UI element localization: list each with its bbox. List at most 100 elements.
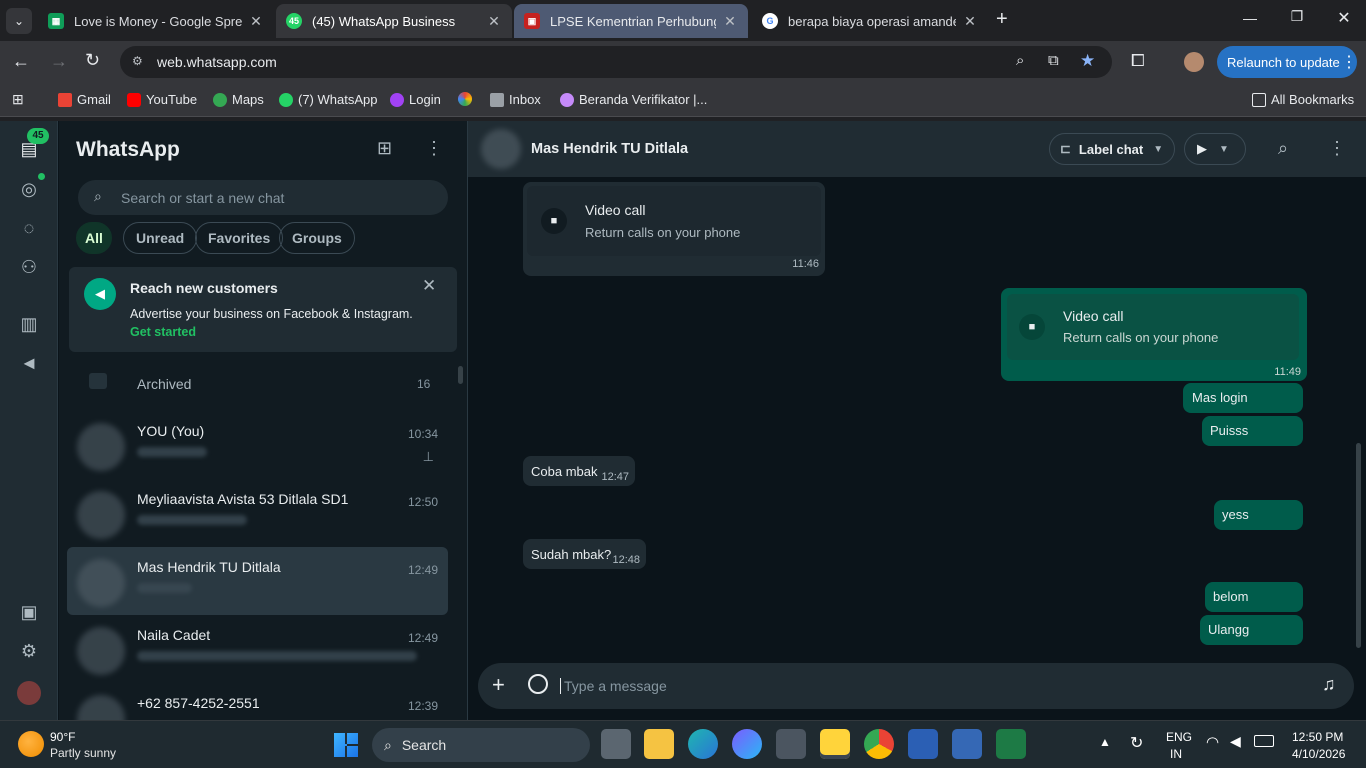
menu-icon[interactable]: ⋮ xyxy=(1328,138,1346,159)
filter-unread[interactable]: Unread xyxy=(123,222,198,254)
forward-button[interactable]: → xyxy=(50,51,68,72)
wifi-icon[interactable]: ◠ xyxy=(1206,733,1219,751)
avatar xyxy=(77,627,125,675)
minimize-button[interactable]: — xyxy=(1240,10,1260,30)
sync-icon[interactable]: ↻ xyxy=(1130,733,1143,753)
conversation-scrollbar[interactable] xyxy=(1356,443,1361,648)
bookmark-gmail[interactable]: Gmail xyxy=(58,92,111,107)
taskbar-search[interactable]: ⌕ Search xyxy=(372,728,590,762)
site-info-icon[interactable]: ⚙ xyxy=(132,54,148,70)
more-options-icon[interactable]: ⋮ xyxy=(1341,52,1357,72)
chevron-up-icon[interactable]: ▲ xyxy=(1099,735,1111,749)
bookmark-photos[interactable] xyxy=(458,92,477,106)
search-box[interactable]: ⌕ Search or start a new chat xyxy=(78,180,448,215)
chrome-icon[interactable] xyxy=(864,729,894,759)
chat-row-selected[interactable]: Mas Hendrik TU Ditlala 12:49 xyxy=(67,547,448,615)
profile-avatar[interactable] xyxy=(1184,52,1204,72)
call-subtitle: Return calls on your phone xyxy=(585,225,741,240)
close-icon[interactable]: ✕ xyxy=(422,276,436,296)
menu-icon[interactable]: ⋮ xyxy=(425,138,443,159)
close-icon[interactable]: ✕ xyxy=(486,13,502,30)
calculator-icon[interactable] xyxy=(952,729,982,759)
edge-icon[interactable] xyxy=(688,729,718,759)
message-input[interactable]: Type a message xyxy=(560,678,667,694)
volume-icon[interactable]: ◀ xyxy=(1230,733,1241,750)
tab-google-search[interactable]: G berapa biaya operasi amandel ✕ xyxy=(752,4,988,38)
video-call-button[interactable]: ▶ ▼ xyxy=(1184,133,1246,165)
search-icon: ⌕ xyxy=(384,736,392,753)
bookmark-maps[interactable]: Maps xyxy=(213,92,264,107)
sticky-notes-icon[interactable] xyxy=(820,729,850,759)
chat-row[interactable]: YOU (You) 10:34 ⊥ xyxy=(67,411,448,479)
weather-icon[interactable] xyxy=(18,731,44,757)
tab-whatsapp[interactable]: 45 (45) WhatsApp Business ✕ xyxy=(276,4,512,38)
call-title: Video call xyxy=(585,202,646,218)
contact-avatar[interactable] xyxy=(481,129,521,169)
profile-photo[interactable] xyxy=(17,681,41,705)
tab-lpse[interactable]: ▣ LPSE Kementrian Perhubungan ✕ xyxy=(514,4,748,38)
attach-icon[interactable]: + xyxy=(492,672,505,698)
promo-cta[interactable]: Get started xyxy=(130,325,196,339)
reload-button[interactable]: ↻ xyxy=(85,50,100,71)
archive-icon xyxy=(89,373,107,389)
bookmark-inbox[interactable]: Inbox xyxy=(490,92,541,107)
scrollbar[interactable] xyxy=(458,366,463,384)
communities-icon[interactable]: ⚇ xyxy=(19,257,39,277)
emoji-icon[interactable] xyxy=(528,674,548,694)
camera-icon[interactable] xyxy=(776,729,806,759)
restore-button[interactable]: ❐ xyxy=(1287,8,1307,28)
language-top[interactable]: ENG xyxy=(1166,730,1192,744)
extensions-icon[interactable]: ⧠ xyxy=(1131,51,1145,71)
bookmark-login[interactable]: Login xyxy=(390,92,441,107)
word-icon[interactable] xyxy=(908,729,938,759)
search-icon[interactable]: ⌕ xyxy=(1278,138,1288,159)
catalog-icon[interactable]: ▥ xyxy=(19,314,39,334)
start-button[interactable] xyxy=(334,733,358,757)
archived-row[interactable]: Archived 16 xyxy=(67,361,448,405)
chat-row[interactable]: Meyliaavista Avista 53 Ditlala SD1 12:50 xyxy=(67,479,448,547)
copilot-icon[interactable] xyxy=(732,729,762,759)
new-tab-button[interactable]: + xyxy=(996,8,1016,32)
status-icon[interactable]: ◎ xyxy=(19,179,39,199)
excel-icon[interactable] xyxy=(996,729,1026,759)
close-icon[interactable]: ✕ xyxy=(722,13,738,30)
filter-groups[interactable]: Groups xyxy=(279,222,355,254)
label-chat-button[interactable]: ⊏ Label chat ▼ xyxy=(1049,133,1175,165)
address-bar[interactable]: ⚙ web.whatsapp.com ⌕ ⧉ ★ xyxy=(120,46,1112,78)
advertise-icon[interactable]: ◄ xyxy=(19,353,39,373)
url-text: web.whatsapp.com xyxy=(157,54,277,70)
bookmark-verifikator[interactable]: Beranda Verifikator |... xyxy=(560,92,707,107)
filter-all[interactable]: All xyxy=(76,222,112,254)
tab-spreadsheet[interactable]: ▦ Love is Money - Google Spread ✕ xyxy=(38,4,274,38)
file-explorer-icon[interactable] xyxy=(644,729,674,759)
close-icon[interactable]: ✕ xyxy=(248,13,264,30)
bookmarks-bar: ⊞ Gmail YouTube Maps (7) WhatsApp Login … xyxy=(0,83,1366,117)
label-icon: ⊏ xyxy=(1060,141,1071,156)
filter-favorites[interactable]: Favorites xyxy=(195,222,284,254)
back-button[interactable]: ← xyxy=(12,51,30,72)
bookmark-star-icon[interactable]: ★ xyxy=(1080,51,1095,71)
all-bookmarks-button[interactable]: All Bookmarks xyxy=(1252,92,1354,107)
tab-search-button[interactable]: ⌄ xyxy=(6,8,32,34)
close-window-button[interactable]: ✕ xyxy=(1334,8,1354,28)
apps-grid-icon[interactable]: ⊞ xyxy=(12,91,24,108)
bookmark-youtube[interactable]: YouTube xyxy=(127,92,197,107)
clock-time[interactable]: 12:50 PM xyxy=(1292,730,1343,744)
call-card[interactable]: ■ Video call Return calls on your phone xyxy=(527,186,821,256)
call-card[interactable]: ■ Video call Return calls on your phone xyxy=(1007,294,1299,360)
settings-icon[interactable]: ⚙ xyxy=(19,641,39,661)
microphone-icon[interactable]: ♫ xyxy=(1322,674,1336,695)
new-chat-icon[interactable]: ⊞ xyxy=(377,138,392,159)
login-icon xyxy=(390,92,404,107)
media-icon[interactable]: ▣ xyxy=(19,602,39,622)
channels-icon[interactable]: ◌ xyxy=(19,218,39,238)
battery-icon[interactable] xyxy=(1254,735,1274,747)
bookmark-whatsapp[interactable]: (7) WhatsApp xyxy=(279,92,377,107)
install-app-icon[interactable]: ⧉ xyxy=(1048,52,1059,69)
contact-name[interactable]: Mas Hendrik TU Ditlala xyxy=(531,141,688,157)
relaunch-button[interactable]: Relaunch to update ⋮ xyxy=(1217,46,1357,78)
zoom-icon[interactable]: ⌕ xyxy=(1016,52,1024,69)
close-icon[interactable]: ✕ xyxy=(962,13,978,30)
chat-row[interactable]: Naila Cadet 12:49 xyxy=(67,615,448,683)
task-view-icon[interactable] xyxy=(601,729,631,759)
